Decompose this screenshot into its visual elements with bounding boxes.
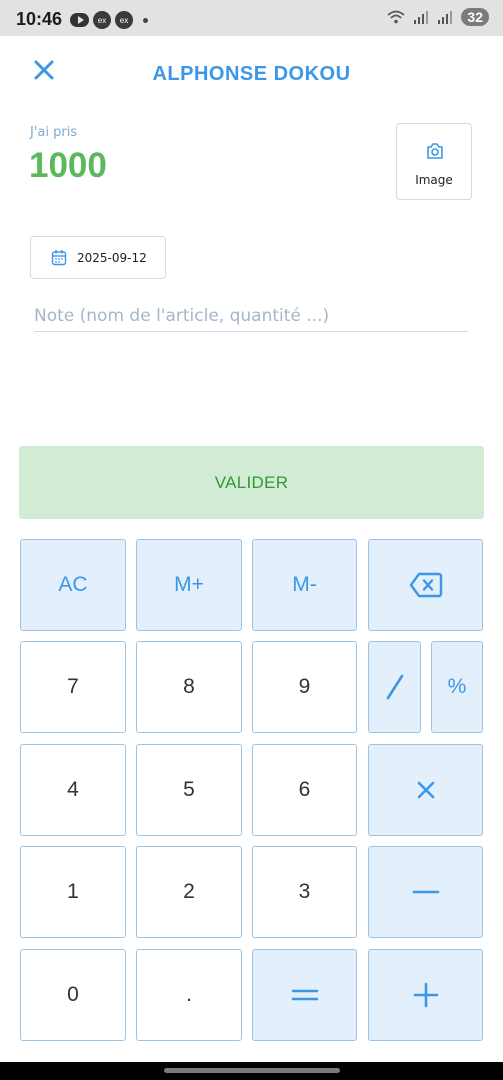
amount-label: J'ai pris [30, 125, 78, 140]
memory-minus-key[interactable]: M- [252, 539, 357, 631]
home-gesture-handle[interactable] [164, 1068, 340, 1073]
image-button[interactable]: Image [396, 123, 472, 200]
multiply-key[interactable] [368, 744, 483, 836]
equals-key[interactable] [252, 949, 357, 1041]
header: ALPHONSE DOKOU [0, 36, 503, 116]
multiply-icon [417, 781, 434, 799]
date-value: 2025-09-12 [77, 250, 147, 265]
percent-key[interactable]: % [431, 641, 483, 733]
more-notifications-dot-icon [143, 17, 148, 23]
youtube-icon [70, 13, 89, 27]
digit-8-key[interactable]: 8 [136, 641, 242, 733]
digit-7-key[interactable]: 7 [20, 641, 126, 733]
memory-plus-key[interactable]: M+ [136, 539, 242, 631]
image-button-label: Image [415, 173, 453, 187]
ac-key[interactable]: AC [20, 539, 126, 631]
valider-button[interactable]: VALIDER [19, 446, 484, 519]
ex-app-icon: ex [115, 11, 133, 29]
status-bar: 10:46 ex ex 32 [0, 0, 503, 36]
calendar-icon [51, 249, 67, 266]
backspace-icon [409, 572, 442, 598]
digit-0-key[interactable]: 0 [20, 949, 126, 1041]
status-time: 10:46 [16, 9, 63, 29]
divide-key[interactable] [368, 641, 421, 733]
minus-key[interactable] [368, 846, 483, 938]
system-navigation-bar [0, 1062, 503, 1080]
camera-icon [427, 143, 443, 159]
digit-6-key[interactable]: 6 [252, 744, 357, 836]
divide-icon [386, 674, 403, 700]
page-title: ALPHONSE DOKOU [152, 63, 351, 85]
ex-app-icon: ex [93, 11, 111, 29]
digit-5-key[interactable]: 5 [136, 744, 242, 836]
note-input[interactable] [34, 300, 468, 332]
wifi-icon [387, 10, 406, 24]
amount-value: 1000 [29, 146, 107, 185]
minus-icon [412, 890, 439, 894]
system-icons: 32 [387, 8, 489, 26]
digit-4-key[interactable]: 4 [20, 744, 126, 836]
digit-9-key[interactable]: 9 [252, 641, 357, 733]
digit-2-key[interactable]: 2 [136, 846, 242, 938]
digit-3-key[interactable]: 3 [252, 846, 357, 938]
plus-icon [413, 982, 438, 1008]
digit-1-key[interactable]: 1 [20, 846, 126, 938]
plus-key[interactable] [368, 949, 483, 1041]
notification-icons: ex ex [70, 11, 148, 29]
signal-icon [438, 11, 453, 24]
backspace-key[interactable] [368, 539, 483, 631]
equals-icon [291, 989, 318, 1001]
battery-level: 32 [461, 8, 489, 26]
decimal-point-key[interactable]: . [136, 949, 242, 1041]
date-button[interactable]: 2025-09-12 [30, 236, 166, 279]
signal-icon [414, 11, 429, 24]
